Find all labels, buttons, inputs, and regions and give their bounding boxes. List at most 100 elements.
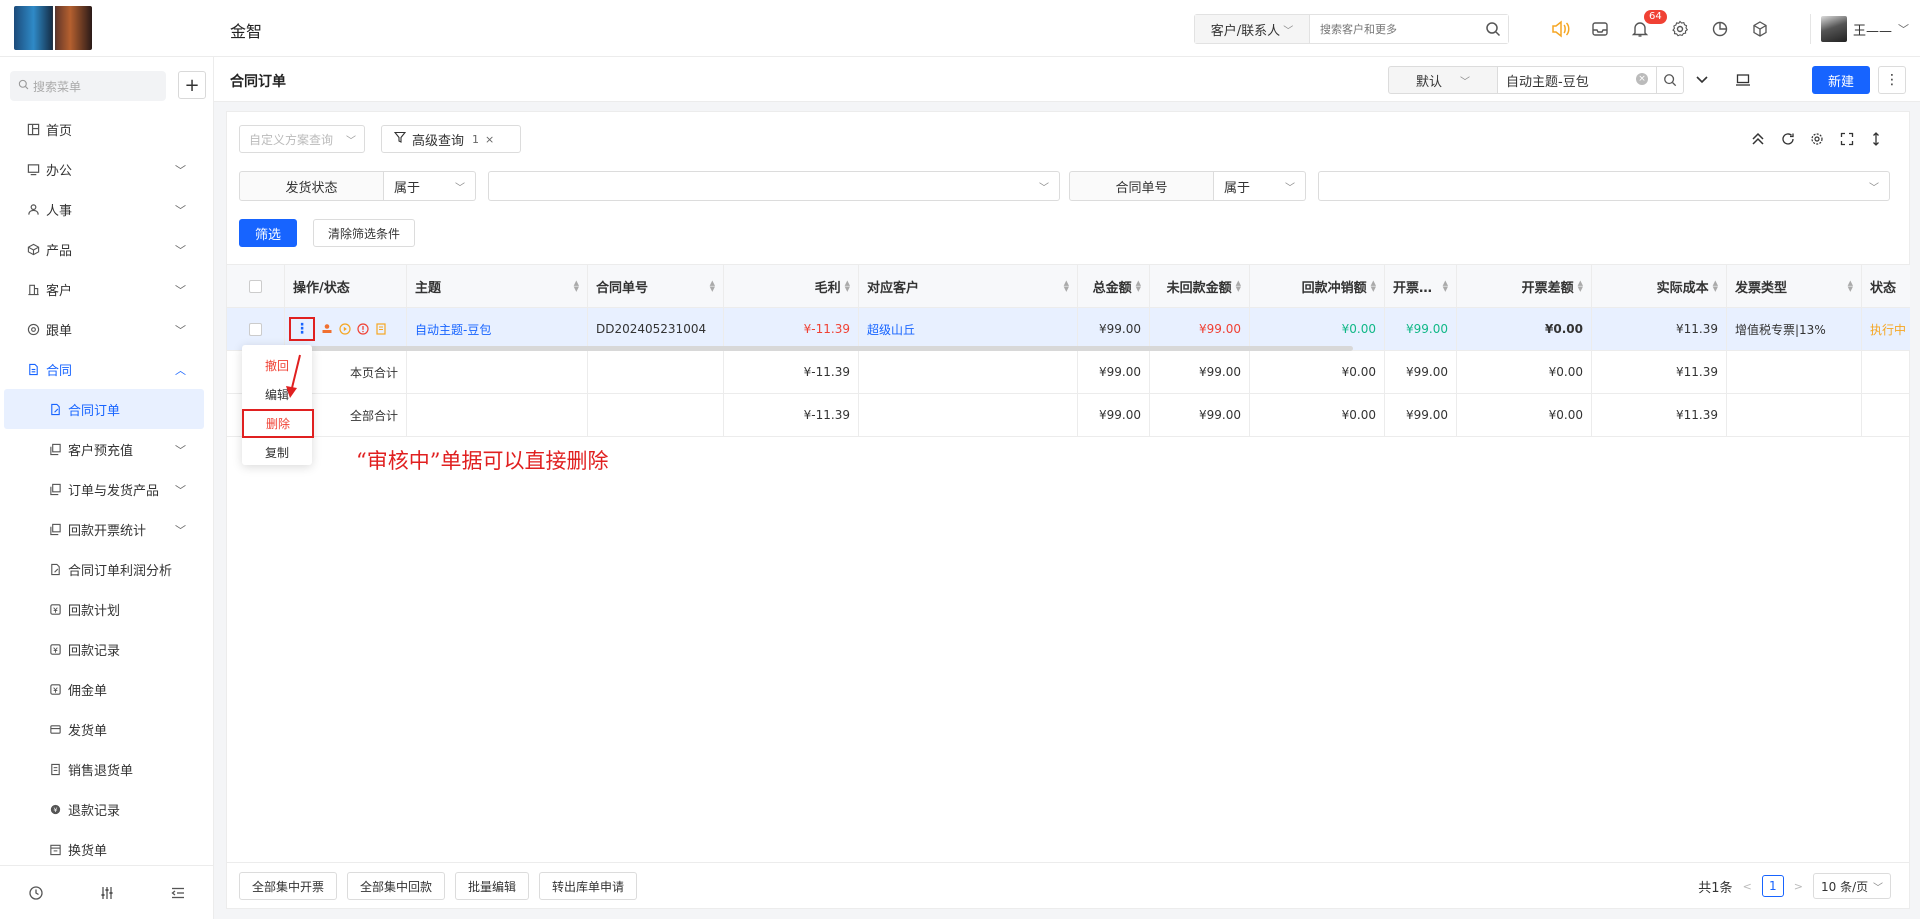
subject-link[interactable]: 自动主题-豆包 [415,321,491,338]
sort-icon[interactable]: ▲ ▼ [1236,280,1241,293]
apply-filter-button[interactable]: 筛选 [239,219,297,247]
table-horizontal-scrollbar[interactable] [242,346,1353,351]
bell-icon[interactable]: 64 [1620,10,1667,44]
settings-icon[interactable] [1806,128,1828,150]
sort-icon[interactable]: ▲ ▼ [1064,280,1069,293]
sidebar-item-followup[interactable]: 跟单 ﹀ [0,309,214,349]
new-button[interactable]: 新建 [1812,66,1870,94]
stamp-icon[interactable] [321,323,333,335]
column-header[interactable]: 状态 [1862,265,1910,307]
sort-icon[interactable]: ▲ ▼ [710,280,715,293]
collapse-up-icon[interactable] [1747,128,1769,150]
sort-icon[interactable]: ▲ ▼ [1371,280,1376,293]
column-header[interactable]: 总金额 ▲ ▼ [1078,265,1150,307]
app-logo[interactable] [14,6,92,50]
menu-search-input[interactable]: 搜索菜单 [10,71,166,101]
fullscreen-icon[interactable] [1836,128,1858,150]
speaker-icon[interactable] [1540,14,1580,44]
advanced-query-button[interactable]: 高级查询 1 × [381,125,521,153]
column-header[interactable]: 开票差额 ▲ ▼ [1457,265,1592,307]
row-height-icon[interactable] [1865,128,1887,150]
chevron-down-icon[interactable] [1690,66,1714,94]
row-more-options-icon[interactable]: ⋮ [289,317,315,341]
user-menu[interactable]: 王—— ﹀ [1810,14,1909,44]
column-header[interactable]: 合同单号 ▲ ▼ [588,265,724,307]
sidebar-subitem-sales-return[interactable]: 销售退货单 [0,749,214,789]
prev-page-icon[interactable]: < [1743,880,1752,893]
inbox-icon[interactable] [1580,14,1620,44]
search-icon[interactable] [1478,15,1508,43]
sort-icon[interactable]: ▲ ▼ [1713,280,1718,293]
sidebar-subitem-contract-orders[interactable]: 合同订单 [4,389,204,429]
page-size-select[interactable]: 10 条/页 ﹀ [1813,873,1891,899]
column-header[interactable]: 实际成本 ▲ ▼ [1592,265,1727,307]
batch-edit-button[interactable]: 批量编辑 [455,872,530,900]
sidebar-subitem-shipping[interactable]: 发货单 [0,709,214,749]
sliders-icon[interactable] [92,878,122,908]
column-header[interactable]: 对应客户 ▲ ▼ [859,265,1078,307]
cube-icon[interactable] [1740,14,1780,44]
column-header[interactable]: 毛利 ▲ ▼ [724,265,859,307]
column-header[interactable]: 主题 ▲ ▼ [407,265,588,307]
sidebar-item-hr[interactable]: 人事 ﹀ [0,189,214,229]
view-select[interactable]: 默认 ﹀ [1388,66,1498,94]
pie-chart-icon[interactable] [1700,14,1740,44]
sidebar-item-product[interactable]: 产品 ﹀ [0,229,214,269]
sidebar-subitem-payment-records[interactable]: 回款记录 [0,629,214,669]
select-all-checkbox[interactable] [249,279,262,293]
quick-search-input[interactable]: 自动主题-豆包 × [1497,66,1657,94]
table-row[interactable]: ⋮ 自动主题-豆包 DD202405231004 ¥-11.39 超级山丘 ¥9… [227,308,1910,351]
sidebar-subitem-order-shipping[interactable]: 订单与发货产品 ﹀ [0,469,214,509]
sort-icon[interactable]: ▲ ▼ [1578,280,1583,293]
sidebar-subitem-prepaid[interactable]: 客户预充值 ﹀ [0,429,214,469]
close-icon[interactable]: × [485,133,494,146]
search-icon[interactable] [1656,66,1684,94]
next-page-icon[interactable]: > [1794,880,1803,893]
sidebar-subitem-payment-invoice-stats[interactable]: 回款开票统计 ﹀ [0,509,214,549]
bulk-payment-button[interactable]: 全部集中回款 [347,872,446,900]
global-search-input[interactable] [1310,15,1478,43]
sidebar-subitem-commission[interactable]: 佣金单 [0,669,214,709]
gear-icon[interactable] [1660,14,1700,44]
sidebar-item-office[interactable]: 办公 ﹀ [0,149,214,189]
sort-icon[interactable]: ▲ ▼ [574,280,579,293]
play-circle-icon[interactable] [339,323,351,335]
laptop-icon[interactable] [1729,66,1757,94]
sidebar-subitem-exchange[interactable]: 换货单 [0,829,214,869]
column-header[interactable]: 回款冲销额 ▲ ▼ [1250,265,1385,307]
search-scope-select[interactable]: 客户/联系人 ﹀ [1195,15,1310,43]
sidebar-item-contract[interactable]: 合同 ︿ [0,349,214,389]
sidebar-subitem-payment-plan[interactable]: 回款计划 [0,589,214,629]
filter-value-select[interactable]: ﹀ [1318,171,1890,201]
bulk-invoice-button[interactable]: 全部集中开票 [239,872,338,900]
sort-icon[interactable]: ▲ ▼ [845,280,850,293]
page-number[interactable]: 1 [1761,875,1784,897]
sidebar-item-home[interactable]: 首页 [0,109,214,149]
history-icon[interactable] [21,878,51,908]
transfer-outbound-button[interactable]: 转出库单申请 [539,872,638,900]
filter-value-select[interactable]: ﹀ [488,171,1060,201]
collapse-menu-icon[interactable] [163,878,193,908]
sidebar-subitem-refund-records[interactable]: ¥ 退款记录 [0,789,214,829]
sidebar-subitem-profit-analysis[interactable]: 合同订单利润分析 [0,549,214,589]
sort-icon[interactable]: ▲ ▼ [1136,280,1141,293]
column-header[interactable]: 未回款金额 ▲ ▼ [1150,265,1250,307]
sort-icon[interactable]: ▲ ▼ [1443,280,1448,293]
column-header[interactable]: 操作/状态 [285,265,407,307]
row-checkbox[interactable] [249,322,262,336]
filter-operator-select[interactable]: 属于 ﹀ [384,171,476,201]
sort-icon[interactable]: ▲ ▼ [1848,280,1853,293]
column-header[interactable]: 开票… ▲ ▼ [1385,265,1457,307]
custom-scheme-select[interactable]: 自定义方案查询 ﹀ [239,125,365,153]
menu-item-copy[interactable]: 复制 [242,438,312,467]
column-header[interactable]: 发票类型 ▲ ▼ [1727,265,1862,307]
menu-item-delete[interactable]: 删除 [242,409,314,438]
filter-operator-select[interactable]: 属于 ﹀ [1214,171,1306,201]
audit-doc-icon[interactable] [375,323,387,335]
clear-filter-button[interactable]: 清除筛选条件 [313,219,415,247]
alert-circle-icon[interactable] [357,323,369,335]
refresh-icon[interactable] [1777,128,1799,150]
more-options-icon[interactable]: ⋮ [1878,66,1906,94]
sidebar-item-customer[interactable]: 客户 ﹀ [0,269,214,309]
customer-link[interactable]: 超级山丘 [867,321,915,338]
